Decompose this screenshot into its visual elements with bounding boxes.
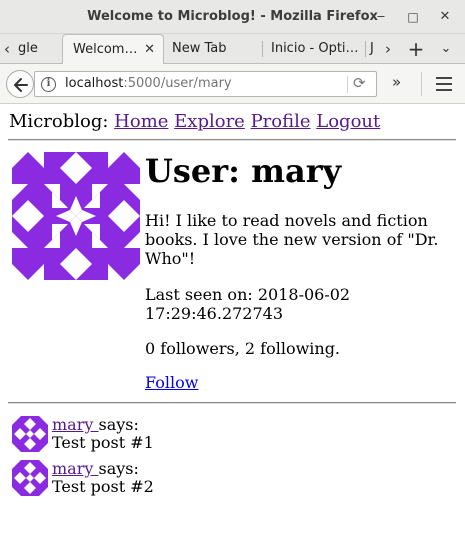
- nav-link-explore[interactable]: Explore: [174, 111, 245, 132]
- maximize-icon[interactable]: □: [405, 9, 421, 25]
- follow-counts-text: 0 followers, 2 following.: [145, 339, 341, 358]
- nav-link-logout[interactable]: Logout: [316, 111, 380, 132]
- back-arrow-icon: [14, 78, 28, 92]
- minimize-icon[interactable]: ‒: [373, 9, 389, 25]
- post-item: mary says: Test post #1: [12, 416, 452, 452]
- tab-label: J: [370, 41, 374, 56]
- overflow-chevron-icon[interactable]: »: [392, 73, 401, 91]
- post-says-label: says:: [98, 459, 139, 478]
- url-host: localhost: [65, 76, 124, 91]
- back-button[interactable]: [6, 70, 34, 98]
- divider: [8, 402, 456, 404]
- url-separator: [347, 76, 348, 93]
- post-body: Test post #1: [52, 433, 154, 452]
- post-body: Test post #2: [52, 477, 154, 496]
- post-author-avatar: [12, 460, 48, 496]
- scroll-tabs-left-icon[interactable]: ‹: [0, 34, 14, 64]
- nav-link-profile[interactable]: Profile: [251, 111, 311, 132]
- tab-new-tab[interactable]: New Tab: [164, 34, 260, 64]
- tab-label: Welcom…: [73, 42, 138, 57]
- window-titlebar: Welcome to Microblog! - Mozilla Firefox …: [0, 0, 465, 34]
- info-icon[interactable]: i: [41, 77, 56, 92]
- tab-label: gle: [18, 41, 38, 56]
- hamburger-menu-icon[interactable]: [436, 77, 452, 91]
- tab-partial[interactable]: J: [366, 34, 380, 64]
- reload-icon[interactable]: ⟳: [353, 74, 366, 92]
- post-item: mary says: Test post #2: [12, 460, 452, 496]
- tab-google[interactable]: gle: [14, 34, 62, 64]
- nav-link-home[interactable]: Home: [114, 111, 168, 132]
- tab-label: New Tab: [172, 41, 227, 56]
- divider: [8, 139, 456, 141]
- post-author-avatar: [12, 416, 48, 452]
- tab-strip: ‹ gle Welcom… ✕ New Tab Inicio - Opti… J…: [0, 34, 465, 65]
- page-content: Microblog: Home Explore Profile Logout U…: [0, 104, 465, 554]
- post-author-link[interactable]: mary: [52, 459, 98, 478]
- follow-link[interactable]: Follow: [145, 373, 198, 392]
- url-path: :5000/user/mary: [123, 76, 232, 91]
- tab-inicio[interactable]: Inicio - Opti…: [263, 34, 363, 64]
- tab-label: Inicio - Opti…: [271, 41, 359, 56]
- post-says-label: says:: [98, 415, 139, 434]
- new-tab-plus-icon[interactable]: +: [404, 34, 428, 64]
- url-bar[interactable]: i localhost:5000/user/mary ⟳: [34, 71, 377, 97]
- site-nav: Microblog: Home Explore Profile Logout: [9, 111, 380, 132]
- navigation-toolbar: i localhost:5000/user/mary ⟳ »: [0, 64, 465, 104]
- list-tabs-chevron-down-icon[interactable]: ⌄: [436, 34, 456, 64]
- url-text[interactable]: localhost:5000/user/mary: [65, 76, 232, 91]
- about-me-text: Hi! I like to read novels and fiction bo…: [145, 211, 439, 268]
- toolbar-separator: [421, 72, 422, 96]
- window-title: Welcome to Microblog! - Mozilla Firefox: [87, 9, 378, 24]
- post-author-link[interactable]: mary: [52, 415, 98, 434]
- close-tab-icon[interactable]: ✕: [144, 35, 155, 65]
- close-icon[interactable]: ✕: [437, 9, 453, 25]
- brand-label: Microblog:: [9, 111, 109, 132]
- scroll-tabs-right-icon[interactable]: ›: [380, 34, 396, 64]
- last-seen-text: Last seen on: 2018-06-02 17:29:46.272743: [145, 285, 351, 323]
- tab-welcome[interactable]: Welcom… ✕: [62, 34, 164, 65]
- user-avatar: [12, 152, 140, 280]
- page-title: User: mary: [145, 152, 342, 190]
